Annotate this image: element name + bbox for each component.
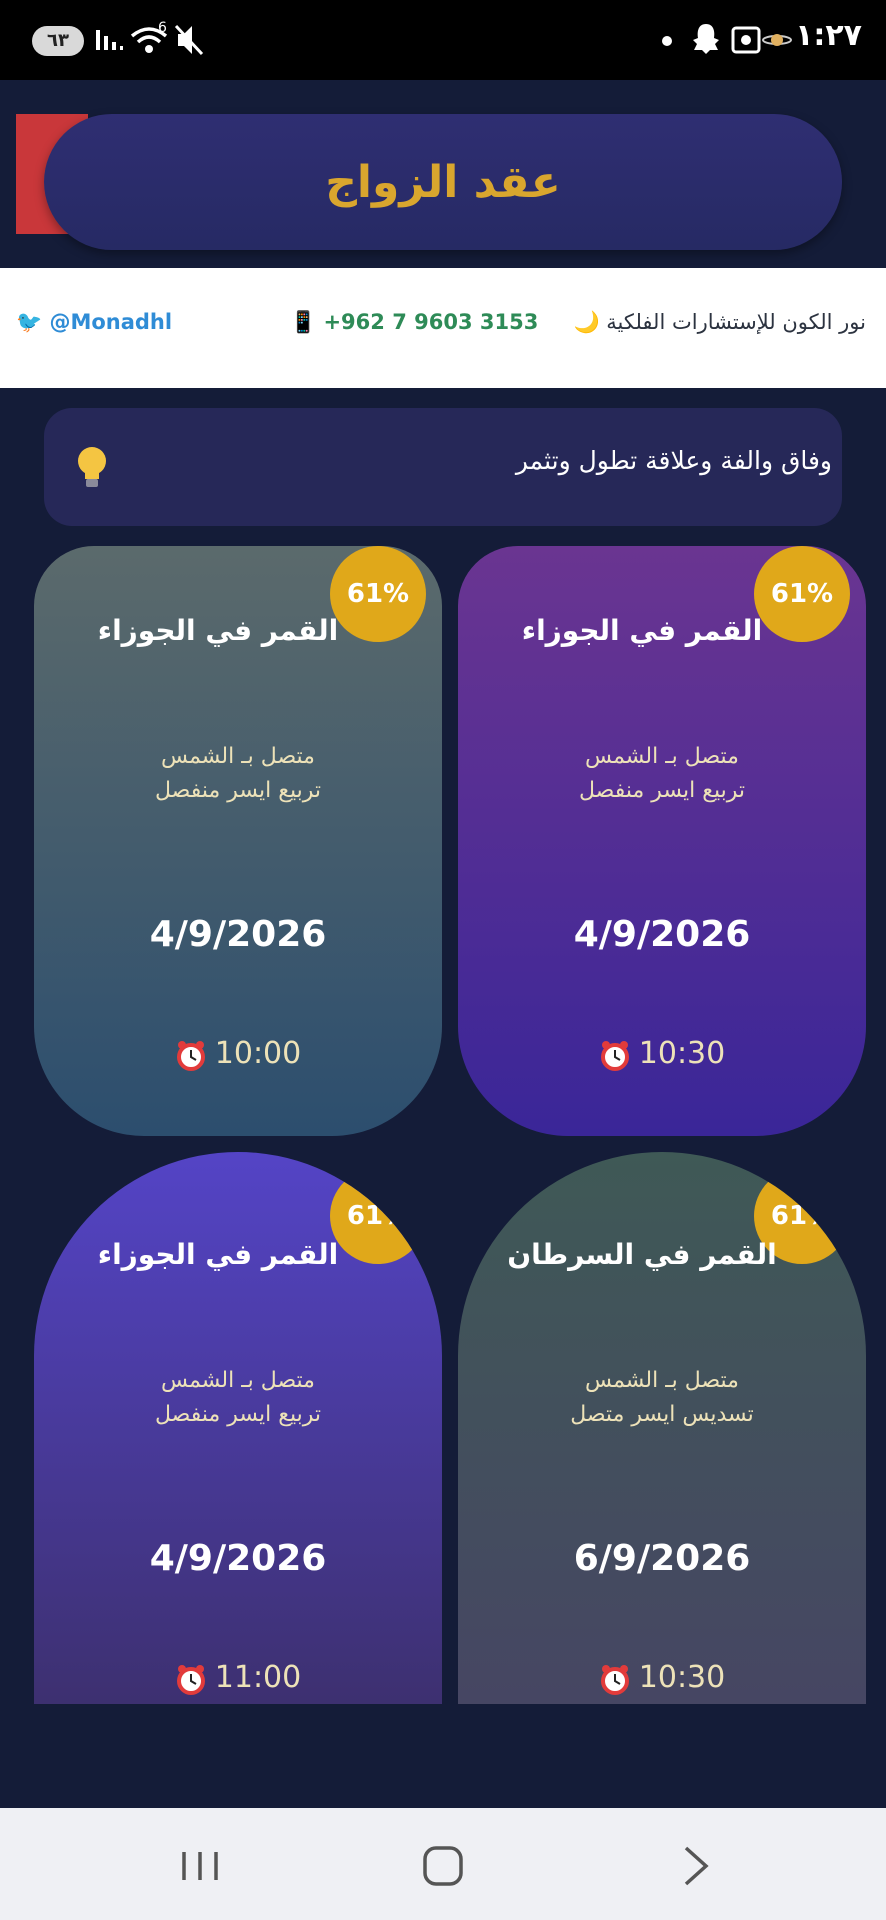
alarm-clock-icon [176, 1040, 205, 1071]
time-label: 10:30 [638, 1036, 726, 1071]
card-time: 10:30 [458, 1660, 866, 1695]
card-time: 10:00 [34, 1036, 442, 1071]
aspect-line-2: تربيع ايسر منفصل [154, 778, 321, 803]
card-aspect: متصل بـ الشمس تسديس ايسر متصل [458, 1364, 866, 1432]
aspect-line-1: متصل بـ الشمس [585, 744, 739, 769]
aspect-line-1: متصل بـ الشمس [585, 1368, 739, 1393]
card-date: 4/9/2026 [149, 1538, 327, 1579]
card-title: القمر في الجوزاء [521, 614, 763, 647]
card-date: 4/9/2026 [573, 914, 751, 955]
card-title: القمر في الجوزاء [97, 1238, 339, 1271]
time-label: 10:00 [214, 1036, 302, 1071]
aspect-line-1: متصل بـ الشمس [161, 744, 315, 769]
time-label: 11:00 [214, 1660, 302, 1695]
network-type: 6 [158, 20, 167, 36]
title-area: عقد الزواج [0, 80, 886, 268]
status-clock: ١:٢٧ [795, 18, 862, 53]
back-button[interactable] [656, 1838, 736, 1894]
card-moon-cancer[interactable]: 61% القمر في السرطان متصل بـ الشمس تسديس… [458, 1152, 866, 1704]
alarm-clock-icon [600, 1040, 629, 1071]
time-label: 10:30 [638, 1660, 726, 1695]
card-aspect: متصل بـ الشمس تربيع ايسر منفصل [458, 740, 866, 808]
aspect-line-1: متصل بـ الشمس [161, 1368, 315, 1393]
card-date: 4/9/2026 [149, 914, 327, 955]
card-moon-gemini-1[interactable]: 61% القمر في الجوزاء متصل بـ الشمس تربيع… [458, 546, 866, 1136]
page-title: عقد الزواج [325, 156, 561, 208]
phone-number-link[interactable]: 📱 +962 7 9603 3153 [290, 310, 538, 335]
card-time: 10:30 [458, 1036, 866, 1071]
aspect-line-2: تربيع ايسر منفصل [578, 778, 745, 803]
brand-name: نور الكون للإستشارات الفلكية 🌙 [573, 310, 866, 334]
saturn-icon [762, 34, 792, 46]
card-aspect: متصل بـ الشمس تربيع ايسر منفصل [34, 1364, 442, 1432]
recent-apps-button[interactable] [160, 1838, 240, 1894]
card-aspect: متصل بـ الشمس تربيع ايسر منفصل [34, 740, 442, 808]
system-nav-bar [0, 1808, 886, 1920]
forecast-banner: وفاق والفة وعلاقة تطول وتثمر [44, 408, 842, 526]
card-moon-gemini-3[interactable]: 61% القمر في الجوزاء متصل بـ الشمس تربيع… [34, 1152, 442, 1704]
mute-icon [174, 24, 204, 56]
screenshot-icon [731, 26, 761, 54]
card-title: القمر في الجوزاء [97, 614, 339, 647]
notification-dot [662, 36, 672, 46]
card-time: 11:00 [34, 1660, 442, 1695]
twitter-handle-link[interactable]: 🐦 @Monadhl [16, 310, 172, 335]
aspect-line-2: تسديس ايسر متصل [570, 1402, 754, 1427]
alarm-clock-icon [176, 1664, 205, 1695]
status-bar: ٦٣ 6 ١:٢٧ [0, 0, 886, 80]
card-moon-gemini-2[interactable]: 61% القمر في الجوزاء متصل بـ الشمس تربيع… [34, 546, 442, 1136]
signal-icon [96, 30, 123, 50]
title-pill: عقد الزواج [44, 114, 842, 250]
aspect-line-2: تربيع ايسر منفصل [154, 1402, 321, 1427]
snapchat-icon [693, 24, 719, 54]
alarm-clock-icon [600, 1664, 629, 1695]
info-strip: 🐦 @Monadhl 📱 +962 7 9603 3153 نور الكون … [0, 268, 886, 388]
lightbulb-icon [78, 447, 106, 487]
card-date: 6/9/2026 [573, 1538, 751, 1579]
battery-indicator: ٦٣ [32, 26, 84, 56]
home-button[interactable] [403, 1838, 483, 1894]
card-title: القمر في السرطان [507, 1238, 777, 1271]
banner-text: وفاق والفة وعلاقة تطول وتثمر [515, 446, 832, 475]
